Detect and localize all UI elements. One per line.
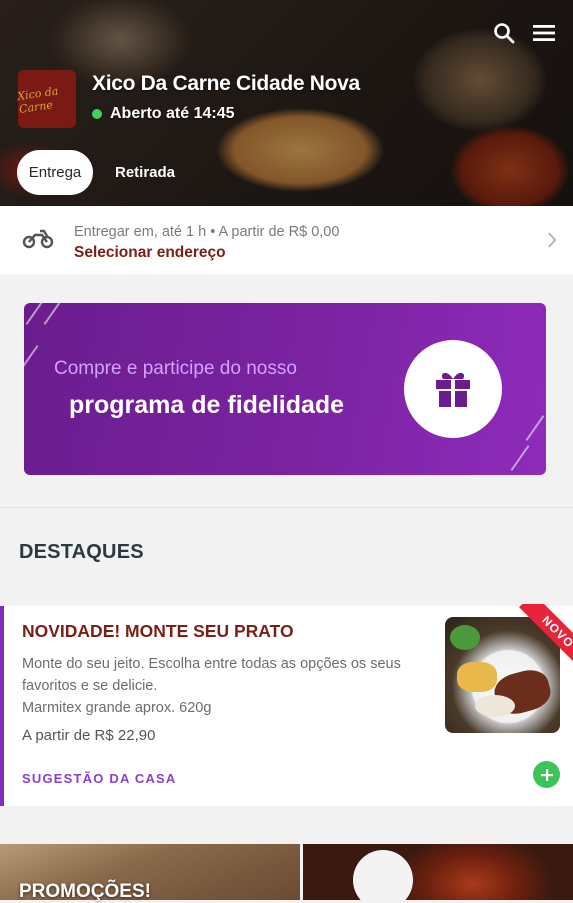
plate-rice: [475, 695, 515, 717]
product-price: A partir de R$ 22,90: [22, 727, 156, 744]
plate-potato: [457, 662, 497, 692]
open-status-dot-icon: [92, 109, 102, 119]
motorcycle-icon: [22, 226, 54, 255]
store-name: Xico Da Carne Cidade Nova: [92, 72, 360, 95]
chevron-right-icon: [546, 231, 558, 254]
product-tag: SUGESTÃO DA CASA: [22, 771, 177, 786]
gift-icon: [436, 372, 470, 407]
banner-decoration: [25, 303, 45, 325]
delivery-info: Entregar em, até 1 h • A partir de R$ 0,…: [74, 224, 340, 240]
new-badge-text: NOVO: [519, 604, 573, 671]
promotion-image-right[interactable]: [303, 844, 573, 900]
menu-icon[interactable]: [531, 20, 557, 46]
product-title: NOVIDADE! MONTE SEU PRATO: [22, 621, 294, 641]
tab-entrega[interactable]: Entrega: [17, 150, 93, 195]
banner-decoration: [510, 445, 530, 471]
highlights-title: DESTAQUES: [19, 541, 144, 563]
plate-salad: [450, 625, 480, 650]
banner-title: programa de fidelidade: [69, 391, 345, 419]
store-logo-text: Xico da Carne: [16, 84, 60, 116]
banner-decoration: [43, 303, 63, 325]
gift-icon-circle: [404, 340, 502, 438]
banner-subtitle: Compre e participe do nosso: [54, 358, 297, 379]
store-status-text: Aberto até 14:45: [110, 105, 235, 122]
plus-icon: [540, 768, 553, 781]
loyalty-program-banner[interactable]: Compre e participe do nosso programa de …: [24, 303, 546, 475]
product-description: Monte do seu jeito. Escolha entre todas …: [22, 653, 432, 719]
section-divider: [0, 507, 573, 508]
header-actions: [491, 20, 557, 46]
select-address-link[interactable]: Selecionar endereço: [74, 244, 226, 262]
new-badge: NOVO: [505, 604, 573, 672]
tab-retirada[interactable]: Retirada: [115, 164, 175, 181]
store-status: Aberto até 14:45: [92, 105, 235, 123]
product-description-text: Monte do seu jeito. Escolha entre todas …: [22, 656, 401, 694]
add-to-cart-button[interactable]: [533, 761, 560, 788]
product-size: Marmitex grande aprox. 620g: [22, 700, 212, 716]
store-logo: Xico da Carne: [16, 70, 76, 128]
delivery-address-bar[interactable]: [0, 206, 573, 274]
order-mode-tabs: Entrega Retirada: [17, 150, 175, 195]
banner-decoration: [525, 415, 545, 441]
search-icon[interactable]: [491, 20, 517, 46]
banner-decoration: [24, 345, 39, 371]
